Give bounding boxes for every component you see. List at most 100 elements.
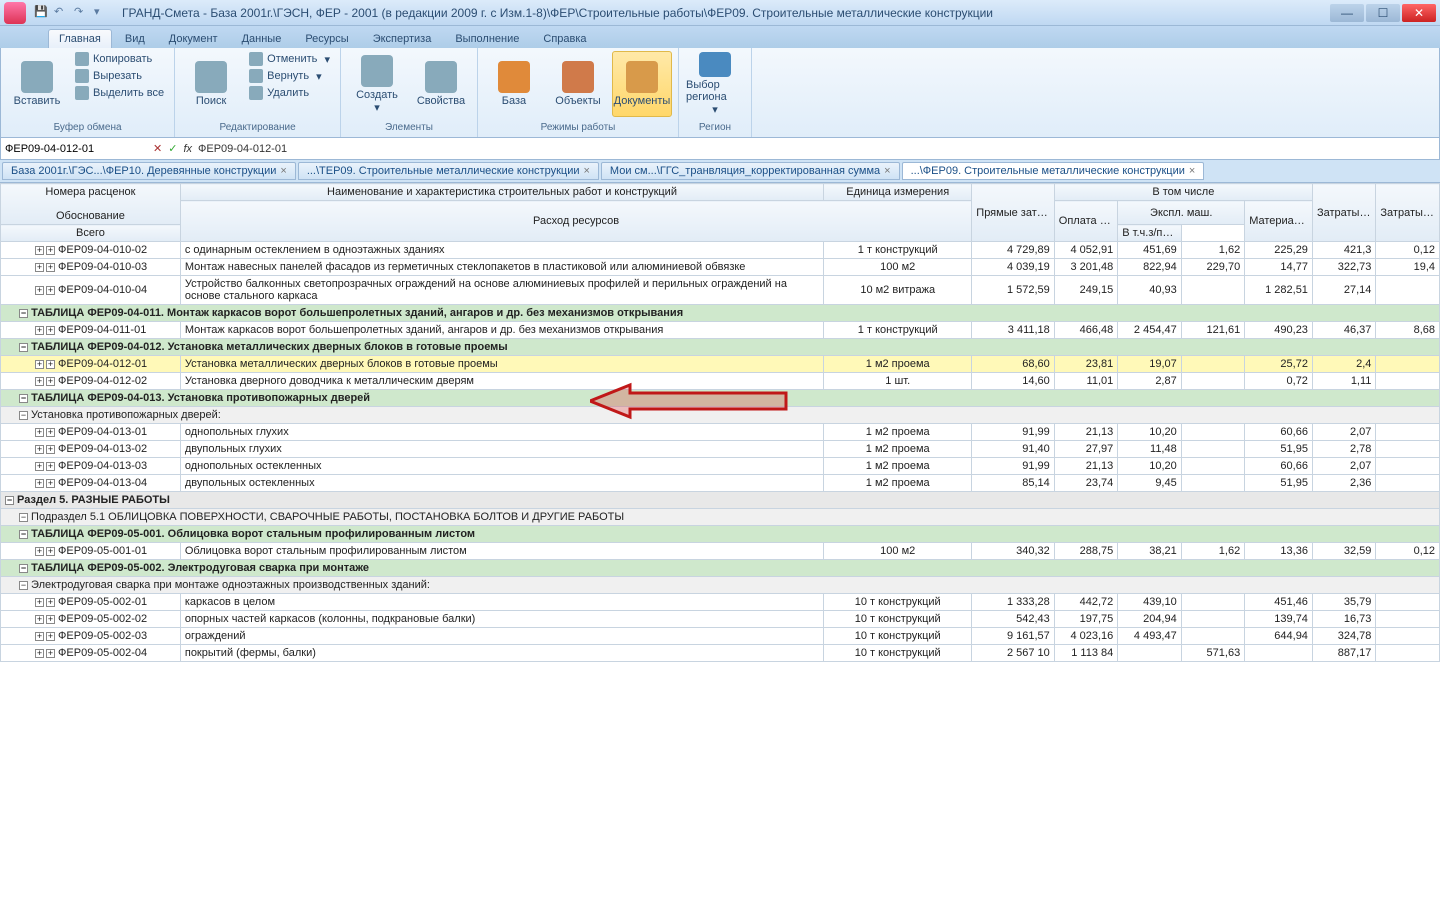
expand-icon[interactable]: +: [35, 547, 44, 556]
qat-dropdown-icon[interactable]: ▾: [94, 5, 110, 21]
expand-icon[interactable]: +: [46, 246, 55, 255]
expand-icon[interactable]: +: [46, 479, 55, 488]
cut-button[interactable]: Вырезать: [71, 68, 168, 84]
expand-icon[interactable]: +: [35, 632, 44, 641]
col-num[interactable]: Номера расценокОбоснование: [1, 184, 181, 225]
expand-icon[interactable]: +: [46, 326, 55, 335]
maximize-button[interactable]: ☐: [1366, 4, 1400, 22]
table-row[interactable]: ++ ФЕР09-04-013-04двупольных остекленных…: [1, 475, 1440, 492]
expand-icon[interactable]: +: [35, 263, 44, 272]
tab-data[interactable]: Данные: [231, 29, 293, 48]
expand-icon[interactable]: +: [46, 547, 55, 556]
col-ztm[interactable]: Затраты труда маш-стов: [1376, 184, 1440, 242]
expand-icon[interactable]: +: [35, 377, 44, 386]
accept-icon[interactable]: ✓: [168, 142, 177, 155]
doctab-3[interactable]: Мои см...\ГГС_транвляция_корректированна…: [601, 162, 900, 180]
tab-view[interactable]: Вид: [114, 29, 156, 48]
collapse-icon[interactable]: −: [19, 530, 28, 539]
doctab-4[interactable]: ...\ФЕР09. Строительные металлические ко…: [902, 162, 1205, 180]
documents-button[interactable]: Документы: [612, 51, 672, 117]
expand-icon[interactable]: +: [46, 286, 55, 295]
cell-name-input[interactable]: [5, 143, 147, 155]
undo-button[interactable]: Отменить ▾: [245, 51, 334, 67]
expand-icon[interactable]: +: [35, 286, 44, 295]
expand-icon[interactable]: +: [35, 326, 44, 335]
search-button[interactable]: Поиск: [181, 51, 241, 117]
col-ztr[interactable]: Затраты труда рабочих: [1312, 184, 1375, 242]
expand-icon[interactable]: +: [46, 649, 55, 658]
table-row[interactable]: ++ ФЕР09-04-012-01Установка металлически…: [1, 356, 1440, 373]
table-row[interactable]: − ТАБЛИЦА ФЕР09-04-012. Установка металл…: [1, 339, 1440, 356]
expand-icon[interactable]: +: [35, 479, 44, 488]
collapse-icon[interactable]: −: [19, 564, 28, 573]
table-row[interactable]: − ТАБЛИЦА ФЕР09-04-013. Установка против…: [1, 390, 1440, 407]
objects-button[interactable]: Объекты: [548, 51, 608, 117]
table-row[interactable]: ++ ФЕР09-04-012-02Установка дверного дов…: [1, 373, 1440, 390]
table-row[interactable]: ++ ФЕР09-04-013-02двупольных глухих1 м2 …: [1, 441, 1440, 458]
table-row[interactable]: ++ ФЕР09-05-002-02опорных частей каркасо…: [1, 611, 1440, 628]
table-row[interactable]: ++ ФЕР09-05-002-03ограждений10 т констру…: [1, 628, 1440, 645]
table-row[interactable]: ++ ФЕР09-05-001-01Облицовка ворот стальн…: [1, 543, 1440, 560]
collapse-icon[interactable]: −: [19, 394, 28, 403]
expand-icon[interactable]: +: [35, 445, 44, 454]
expand-icon[interactable]: +: [46, 360, 55, 369]
expand-icon[interactable]: +: [35, 428, 44, 437]
region-button[interactable]: Выбор региона▾: [685, 51, 745, 117]
expand-icon[interactable]: +: [46, 632, 55, 641]
qat-save-icon[interactable]: 💾: [34, 5, 50, 21]
expand-icon[interactable]: +: [35, 360, 44, 369]
table-row[interactable]: − ТАБЛИЦА ФЕР09-04-011. Монтаж каркасов …: [1, 305, 1440, 322]
selectall-button[interactable]: Выделить все: [71, 85, 168, 101]
cancel-icon[interactable]: ✕: [153, 142, 162, 155]
expand-icon[interactable]: +: [35, 246, 44, 255]
col-vt[interactable]: В т.ч.з/пл маш-тов: [1118, 225, 1181, 242]
expand-icon[interactable]: +: [46, 377, 55, 386]
col-mat[interactable]: Материалы: [1245, 201, 1313, 242]
expand-icon[interactable]: +: [46, 428, 55, 437]
table-row[interactable]: − ТАБЛИЦА ФЕР09-05-002. Электродуговая с…: [1, 560, 1440, 577]
collapse-icon[interactable]: −: [19, 411, 28, 420]
tab-resources[interactable]: Ресурсы: [294, 29, 359, 48]
delete-button[interactable]: Удалить: [245, 85, 334, 101]
expand-icon[interactable]: +: [35, 598, 44, 607]
collapse-icon[interactable]: −: [19, 343, 28, 352]
minimize-button[interactable]: —: [1330, 4, 1364, 22]
props-button[interactable]: Свойства: [411, 51, 471, 117]
app-orb-icon[interactable]: [4, 2, 26, 24]
close-button[interactable]: ✕: [1402, 4, 1436, 22]
doctab-1[interactable]: База 2001г.\ГЭС...\ФЕР10. Деревянные кон…: [2, 162, 296, 180]
table-row[interactable]: ++ ФЕР09-04-013-03однопольных остекленны…: [1, 458, 1440, 475]
col-pz[interactable]: Прямые затраты: [972, 184, 1055, 242]
table-row[interactable]: − Установка противопожарных дверей:: [1, 407, 1440, 424]
col-vs[interactable]: Всего: [1, 225, 181, 242]
table-row[interactable]: ++ ФЕР09-05-002-04покрытий (фермы, балки…: [1, 645, 1440, 662]
expand-icon[interactable]: +: [46, 263, 55, 272]
expand-icon[interactable]: +: [46, 462, 55, 471]
expand-icon[interactable]: +: [35, 615, 44, 624]
col-otr[interactable]: Оплата труда рабочих: [1054, 201, 1117, 242]
close-icon[interactable]: ×: [280, 165, 286, 177]
tab-document[interactable]: Документ: [158, 29, 229, 48]
close-icon[interactable]: ×: [884, 165, 890, 177]
table-row[interactable]: ++ ФЕР09-05-002-01каркасов в целом10 т к…: [1, 594, 1440, 611]
qat-undo-icon[interactable]: ↶: [54, 5, 70, 21]
base-button[interactable]: База: [484, 51, 544, 117]
expand-icon[interactable]: +: [46, 445, 55, 454]
tab-main[interactable]: Главная: [48, 29, 112, 48]
expand-icon[interactable]: +: [35, 462, 44, 471]
redo-button[interactable]: Вернуть ▾: [245, 68, 334, 84]
expand-icon[interactable]: +: [46, 615, 55, 624]
fx-icon[interactable]: fx: [183, 143, 192, 155]
expand-icon[interactable]: +: [46, 598, 55, 607]
table-row[interactable]: − Подраздел 5.1 ОБЛИЦОВКА ПОВЕРХНОСТИ, С…: [1, 509, 1440, 526]
table-row[interactable]: ++ ФЕР09-04-010-02с одинарным остекление…: [1, 242, 1440, 259]
tab-execution[interactable]: Выполнение: [444, 29, 530, 48]
col-vtc[interactable]: В том числе: [1054, 184, 1312, 201]
col-em[interactable]: Экспл. маш.: [1118, 201, 1245, 225]
table-row[interactable]: − Электродуговая сварка при монтаже одно…: [1, 577, 1440, 594]
collapse-icon[interactable]: −: [19, 309, 28, 318]
tab-help[interactable]: Справка: [532, 29, 597, 48]
tab-expertise[interactable]: Экспертиза: [362, 29, 443, 48]
table-row[interactable]: − ТАБЛИЦА ФЕР09-05-001. Облицовка ворот …: [1, 526, 1440, 543]
table-row[interactable]: ++ ФЕР09-04-010-04Устройство балконных с…: [1, 276, 1440, 305]
